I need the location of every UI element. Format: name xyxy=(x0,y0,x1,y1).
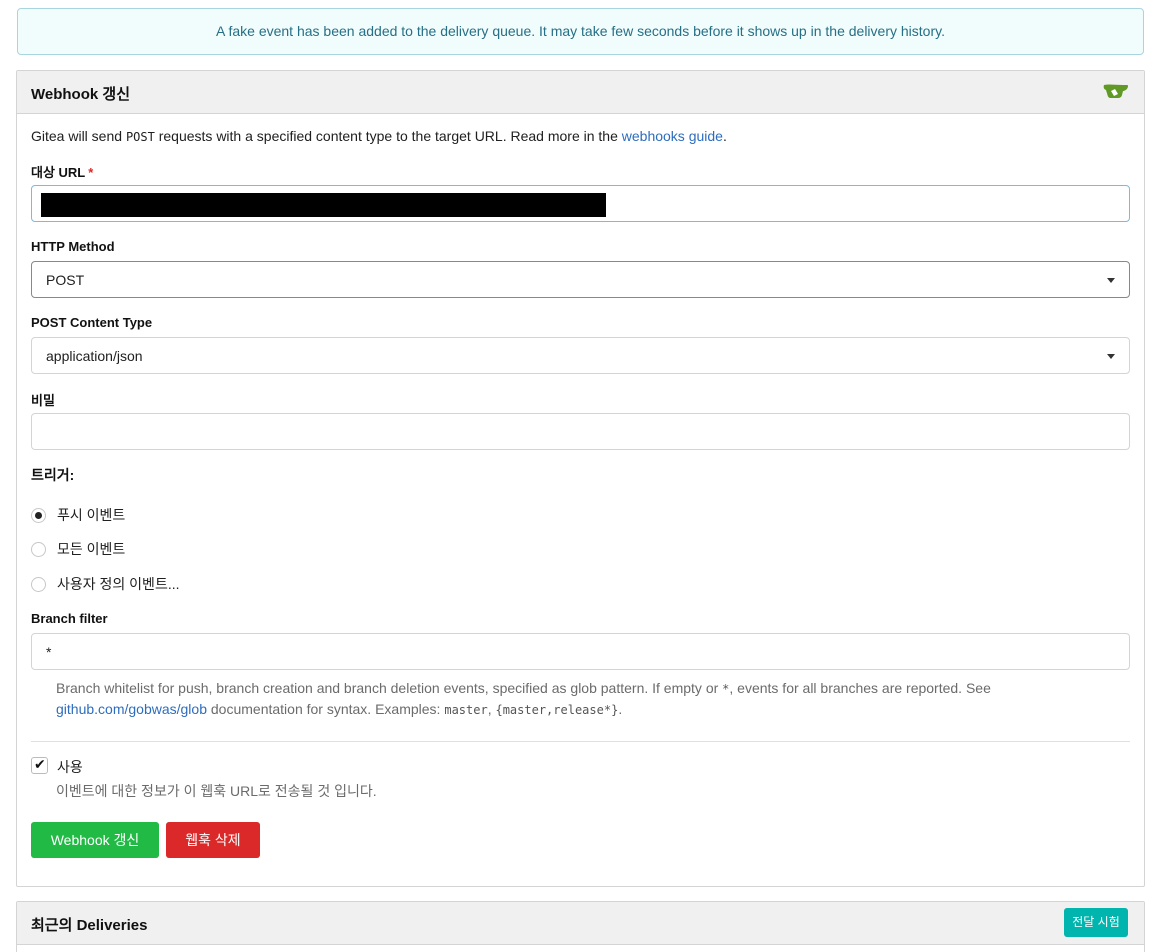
active-help: 이벤트에 대한 정보가 이 웹훅 URL로 전송될 것 입니다. xyxy=(56,783,377,799)
branch-filter-input[interactable]: * xyxy=(31,633,1130,670)
delete-webhook-button[interactable]: 웹훅 삭제 xyxy=(166,822,260,858)
target-url-input[interactable] xyxy=(31,185,1130,222)
dropdown-caret-icon xyxy=(1107,278,1115,283)
secret-label: 비밀 xyxy=(31,393,55,408)
test-delivery-button[interactable]: 전달 시험 xyxy=(1064,908,1128,937)
flash-message: A fake event has been added to the deliv… xyxy=(17,8,1144,55)
radio-unchecked-icon xyxy=(31,541,46,557)
branch-filter-help: Branch whitelist for push, branch creati… xyxy=(56,680,991,717)
post-code: POST xyxy=(125,130,155,144)
webhook-edit-panel: Webhook 갱신 Gitea will send POST requests… xyxy=(16,70,1145,887)
checkmark-icon: ✔ xyxy=(34,756,46,772)
content-type-value: application/json xyxy=(46,348,143,364)
http-method-select[interactable]: POST xyxy=(31,261,1130,298)
dropdown-caret-icon xyxy=(1107,354,1115,359)
panel-title: Webhook 갱신 xyxy=(31,86,130,103)
branch-filter-label: Branch filter xyxy=(31,611,108,626)
content-type-select[interactable]: application/json xyxy=(31,337,1130,374)
branch-filter-value: * xyxy=(46,644,52,660)
webhook-description: Gitea will send POST requests with a spe… xyxy=(31,128,727,144)
webhooks-guide-link[interactable]: webhooks guide xyxy=(622,128,723,144)
update-webhook-button[interactable]: Webhook 갱신 xyxy=(31,822,159,858)
active-label: 사용 xyxy=(57,759,83,775)
trigger-all-radio[interactable]: 모든 이벤트 xyxy=(31,539,125,559)
radio-unchecked-icon xyxy=(31,576,46,592)
content-type-label: POST Content Type xyxy=(31,315,153,330)
active-checkbox[interactable]: ✔ xyxy=(31,756,48,774)
divider xyxy=(31,741,1130,742)
secret-input[interactable] xyxy=(31,413,1130,450)
panel-header: Webhook 갱신 xyxy=(17,71,1144,114)
http-method-label: HTTP Method xyxy=(31,239,115,254)
radio-checked-icon xyxy=(31,507,46,523)
trigger-push-radio[interactable]: 푸시 이벤트 xyxy=(31,505,125,525)
recent-deliveries-panel: 최근의 Deliveries 전달 시험 xyxy=(16,901,1145,952)
required-mark: * xyxy=(88,165,94,180)
deliveries-header: 최근의 Deliveries 전달 시험 xyxy=(17,902,1144,945)
target-url-label: 대상 URL * xyxy=(31,165,94,180)
redacted-url xyxy=(41,193,606,217)
http-method-value: POST xyxy=(46,272,85,288)
deliveries-title: 최근의 Deliveries xyxy=(31,917,148,934)
trigger-label: 트리거: xyxy=(31,467,75,483)
trigger-custom-radio[interactable]: 사용자 정의 이벤트... xyxy=(31,574,180,594)
gitea-logo-icon xyxy=(1103,84,1129,98)
glob-docs-link[interactable]: github.com/gobwas/glob xyxy=(56,701,207,717)
